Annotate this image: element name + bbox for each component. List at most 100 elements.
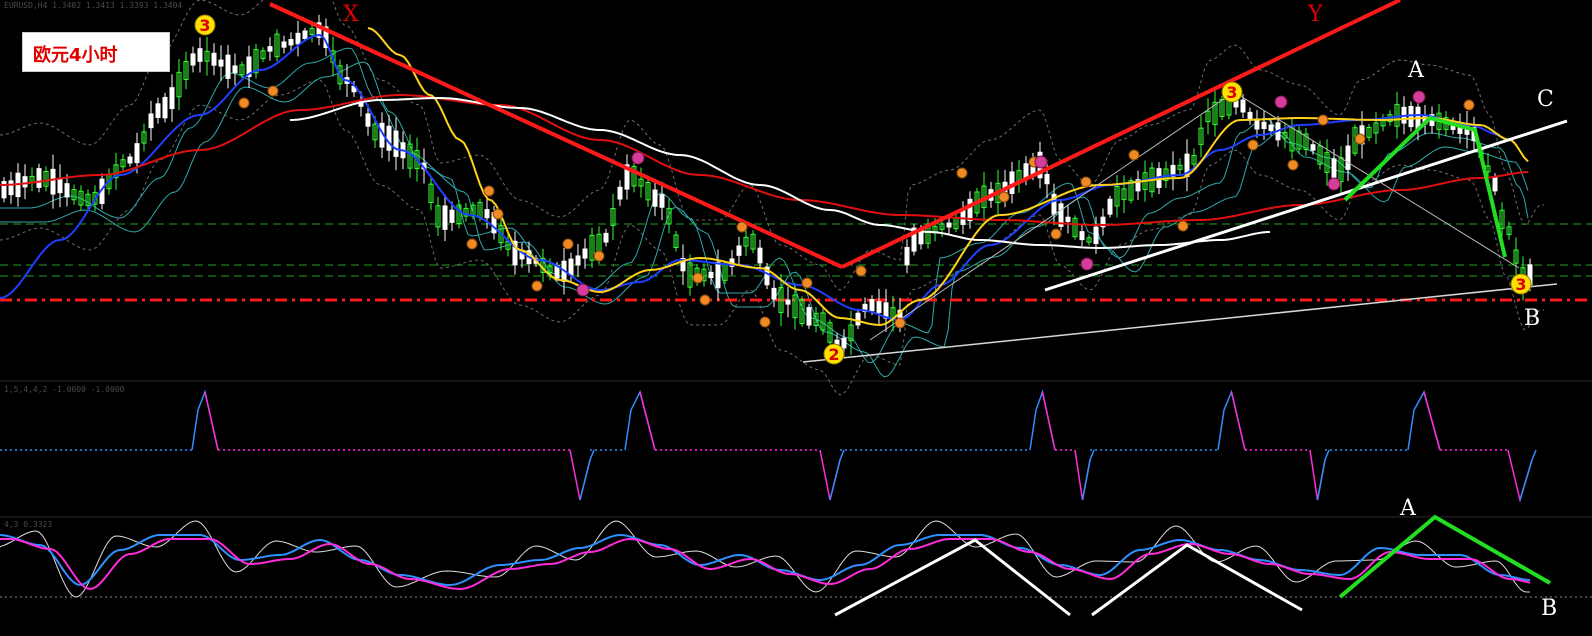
fractal-marker-magenta bbox=[576, 283, 590, 297]
fractal-marker-orange bbox=[736, 221, 748, 233]
candle-body bbox=[1023, 163, 1029, 179]
candle-body bbox=[659, 194, 665, 208]
fractal-marker-magenta bbox=[1412, 90, 1426, 104]
wave-label-y: Y bbox=[1308, 2, 1323, 27]
candle-body bbox=[715, 261, 721, 289]
wave-label-x: X bbox=[343, 2, 359, 27]
candle-body bbox=[757, 247, 763, 264]
candle-body bbox=[232, 65, 238, 74]
fractal-marker-orange bbox=[1050, 228, 1062, 240]
candle-body bbox=[134, 143, 140, 164]
wave-count-label: 3 bbox=[199, 16, 210, 35]
candle-body bbox=[267, 46, 273, 52]
candle-body bbox=[1079, 231, 1085, 241]
fractal-marker-magenta bbox=[1034, 155, 1048, 169]
wave-count-label: 2 bbox=[828, 345, 839, 364]
candle-body bbox=[1331, 158, 1337, 178]
chart-root: 3 3 3 2 EURUSD,H4 1.3402 1.3413 1.3393 1.34… bbox=[0, 0, 1592, 636]
candle-body bbox=[1240, 99, 1246, 113]
candle-body bbox=[295, 32, 301, 45]
fractal-marker-orange bbox=[759, 316, 771, 328]
candle-body bbox=[449, 209, 455, 223]
candle-body bbox=[218, 59, 224, 67]
fractal-marker-orange bbox=[483, 185, 495, 197]
candle-body bbox=[22, 176, 28, 188]
wave-label-c-price: C bbox=[1537, 87, 1554, 112]
fractal-marker-orange bbox=[692, 272, 704, 284]
candle-body bbox=[484, 209, 490, 219]
wave-label-b-osc: B bbox=[1541, 596, 1558, 621]
fractal-marker-orange bbox=[531, 280, 543, 292]
candle-body bbox=[302, 30, 308, 40]
fractal-marker-orange bbox=[998, 191, 1010, 203]
candle-body bbox=[568, 258, 574, 276]
candle-body bbox=[869, 299, 875, 312]
fractal-marker-magenta bbox=[1327, 177, 1341, 191]
candle-body bbox=[57, 178, 63, 194]
wave-label-a-osc: A bbox=[1400, 496, 1416, 521]
candle-body bbox=[708, 271, 714, 279]
candle-body bbox=[127, 156, 133, 164]
indicator2-header-text: 4,3 0.3323 bbox=[4, 520, 53, 529]
candle-body bbox=[365, 113, 371, 127]
candle-body bbox=[806, 307, 812, 326]
candle-body bbox=[1310, 144, 1316, 151]
candle-body bbox=[1261, 121, 1267, 130]
candle-body bbox=[1408, 105, 1414, 128]
fractal-marker-orange bbox=[593, 250, 605, 262]
chart-svg[interactable]: 3 3 3 2 bbox=[0, 0, 1592, 636]
candle-body bbox=[169, 87, 175, 110]
fractal-marker-orange bbox=[1354, 133, 1366, 145]
candle-body bbox=[904, 246, 910, 266]
fractal-marker-orange bbox=[238, 97, 250, 109]
fractal-marker-orange bbox=[1128, 149, 1140, 161]
candle-body bbox=[1093, 226, 1099, 245]
candle-body bbox=[855, 312, 861, 326]
candle-body bbox=[50, 168, 56, 195]
fractal-marker-orange bbox=[956, 167, 968, 179]
candle-body bbox=[946, 222, 952, 228]
candle-body bbox=[918, 230, 924, 245]
candle-body bbox=[162, 96, 168, 119]
fractal-marker-orange bbox=[1317, 114, 1329, 126]
candle-body bbox=[876, 301, 882, 314]
candle-body bbox=[1065, 216, 1071, 223]
fractal-marker-orange bbox=[1080, 176, 1092, 188]
candle-body bbox=[1492, 177, 1498, 192]
wave-count-label: 3 bbox=[1515, 275, 1526, 294]
candle-body bbox=[190, 53, 196, 66]
candle-body bbox=[64, 183, 70, 198]
title-label-box: 欧元4小时 bbox=[22, 32, 170, 72]
candle-body bbox=[785, 299, 791, 305]
chart-header-text: EURUSD,H4 1.3402 1.3413 1.3393 1.3404 bbox=[4, 1, 183, 10]
candle-body bbox=[1044, 173, 1050, 185]
candle-body bbox=[386, 125, 392, 151]
chart-title: 欧元4小时 bbox=[33, 45, 118, 66]
candle-body bbox=[603, 232, 609, 243]
fractal-marker-orange bbox=[1177, 220, 1189, 232]
candle-body bbox=[288, 39, 294, 46]
fractal-marker-magenta bbox=[1274, 95, 1288, 109]
fractal-marker-magenta bbox=[1080, 257, 1094, 271]
candle-body bbox=[1009, 171, 1015, 194]
wave-label-a-price: A bbox=[1408, 58, 1424, 83]
candle-body bbox=[8, 180, 14, 196]
fractal-marker-orange bbox=[699, 294, 711, 306]
fractal-marker-orange bbox=[492, 208, 504, 220]
candle-body bbox=[1345, 145, 1351, 170]
candle-body bbox=[841, 337, 847, 349]
candle-body bbox=[36, 168, 42, 188]
fractal-marker-orange bbox=[1287, 159, 1299, 171]
candle-body bbox=[211, 52, 217, 66]
candle-body bbox=[967, 198, 973, 222]
candle-body bbox=[393, 130, 399, 157]
indicator1-header-text: 1,5,4,4,2 -1.0000 -1.0000 bbox=[4, 385, 125, 394]
wave-label-b-price: B bbox=[1524, 306, 1541, 331]
candle-body bbox=[442, 205, 448, 230]
candle-body bbox=[1268, 124, 1274, 132]
fractal-marker-orange bbox=[1247, 139, 1259, 151]
candle-body bbox=[771, 287, 777, 300]
fractal-marker-orange bbox=[894, 317, 906, 329]
candle-body bbox=[281, 41, 287, 48]
candle-body bbox=[148, 113, 154, 129]
